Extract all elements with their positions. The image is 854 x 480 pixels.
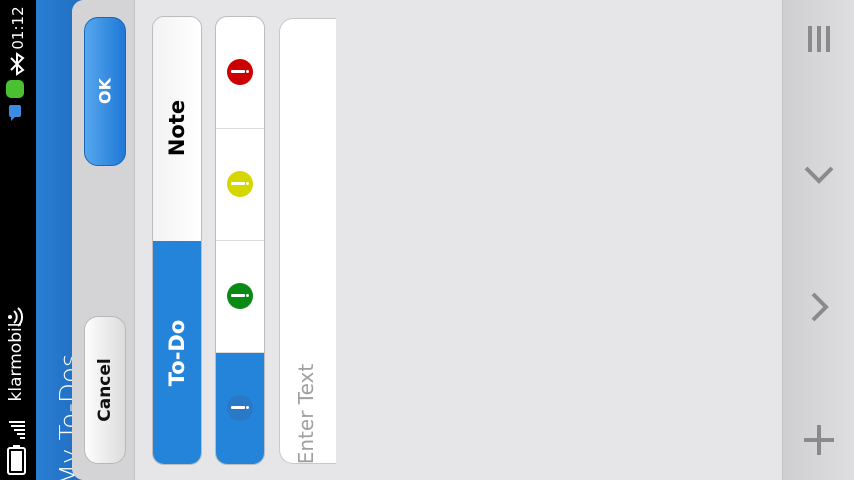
status-time: 01:12	[9, 6, 27, 50]
priority-option-high[interactable]	[216, 17, 264, 129]
priority-option-none[interactable]	[216, 353, 264, 464]
type-option-note[interactable]: Note	[153, 17, 201, 241]
type-option-label: To-Do	[165, 319, 189, 387]
app-notify-icon	[6, 80, 24, 98]
type-option-todo[interactable]: To-Do	[153, 241, 201, 464]
forward-button[interactable]	[783, 277, 854, 337]
toolbar	[782, 0, 854, 480]
dialog-button-bar: OK Cancel	[72, 0, 135, 480]
cancel-button[interactable]: Cancel	[84, 316, 126, 464]
priority-high-icon	[227, 59, 253, 85]
type-selector: Note To-Do	[152, 16, 202, 465]
item-text-input[interactable]: Enter Text	[279, 18, 336, 464]
menu-button[interactable]	[783, 10, 854, 70]
ok-button-label: OK	[95, 78, 115, 104]
priority-low-icon	[227, 283, 253, 309]
ok-button[interactable]: OK	[84, 17, 126, 166]
collapse-button[interactable]	[783, 144, 854, 204]
menu-icon	[808, 26, 830, 52]
add-button[interactable]	[783, 410, 854, 470]
bluetooth-icon	[10, 52, 25, 76]
priority-option-medium[interactable]	[216, 129, 264, 241]
cancel-button-label: Cancel	[95, 358, 115, 422]
new-item-dialog: OK Cancel Note To-Do Enter Text	[72, 0, 782, 480]
carrier-name: klarmobil	[6, 322, 26, 402]
type-option-label: Note	[165, 99, 189, 157]
chat-icon	[9, 105, 21, 121]
down-arrow-icon	[804, 166, 834, 184]
text-input-placeholder: Enter Text	[294, 363, 318, 465]
priority-none-icon	[227, 395, 253, 421]
priority-option-low[interactable]	[216, 241, 264, 353]
priority-medium-icon	[227, 171, 253, 197]
priority-selector	[215, 16, 265, 465]
signal-icon	[9, 421, 25, 439]
add-icon	[804, 425, 834, 455]
status-bar: 01:12 klarmobil	[0, 0, 36, 480]
battery-icon	[7, 445, 26, 475]
forward-arrow-icon	[811, 292, 829, 322]
